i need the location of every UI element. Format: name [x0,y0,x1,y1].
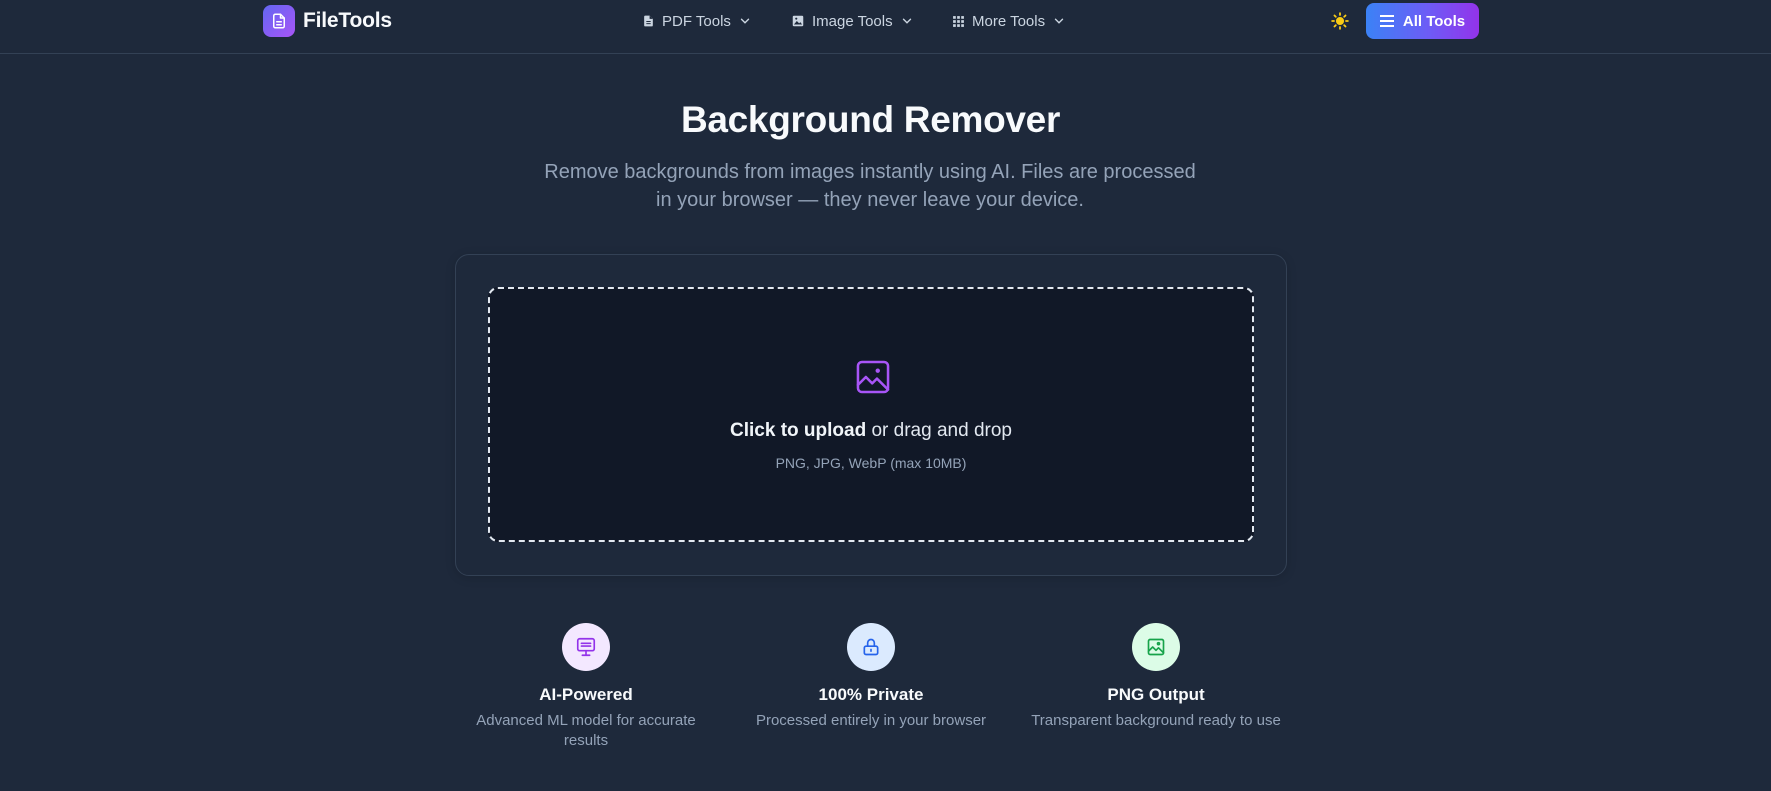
click-to-upload-link[interactable]: Click to upload [730,420,866,441]
nav-more-tools[interactable]: More Tools [952,10,1066,32]
theme-toggle-button[interactable] [1328,9,1352,33]
feature-icon-badge [562,623,610,671]
nav-label: PDF Tools [662,12,731,30]
feature-ai-powered: AI-Powered Advanced ML model for accurat… [456,623,716,751]
chevron-down-icon [740,18,750,24]
sun-icon [1331,12,1349,30]
page-subtitle: Remove backgrounds from images instantly… [544,161,1196,211]
menu-icon [1379,15,1394,27]
feature-description: Advanced ML model for accurate results [476,712,696,749]
feature-title: 100% Private [818,685,924,704]
all-tools-label: All Tools [1402,12,1466,30]
image-icon [1147,638,1165,656]
image-upload-icon [856,360,890,394]
monitor-icon [576,637,596,657]
brand-link[interactable]: FileTools [263,5,392,37]
lock-icon [863,638,879,656]
upload-instructions: Click to upload or drag and drop [490,420,1252,442]
nav-image-tools[interactable]: Image Tools [791,10,914,32]
top-navbar: FileTools PDF Tools Image Tools More Too… [0,0,1771,54]
feature-png-output: PNG Output Transparent background ready … [1026,623,1286,731]
feature-icon-badge [1132,623,1180,671]
brand-name: FileTools [303,9,392,32]
feature-description: Transparent background ready to use [1031,712,1281,729]
nav-label: More Tools [972,12,1046,30]
upload-card: Click to upload or drag and drop PNG, JP… [455,254,1287,576]
file-types-hint: PNG, JPG, WebP (max 10MB) [775,455,967,471]
feature-title: PNG Output [1107,685,1205,704]
all-tools-button[interactable]: All Tools [1366,3,1479,39]
image-icon [792,15,804,27]
page-title: Background Remover [680,99,1061,140]
grid-icon [953,15,964,27]
feature-description: Processed entirely in your browser [755,712,987,729]
feature-title: AI-Powered [539,685,633,704]
file-icon [644,15,653,27]
upload-dropzone[interactable]: Click to upload or drag and drop PNG, JP… [488,287,1254,542]
chevron-down-icon [902,18,911,24]
feature-private: 100% Private Processed entirely in your … [741,623,1001,731]
drag-drop-text: or drag and drop [866,420,1012,441]
chevron-down-icon [1054,18,1064,24]
nav-pdf-tools[interactable]: PDF Tools [642,10,752,32]
file-logo-icon [263,5,295,37]
feature-icon-badge [847,623,895,671]
nav-label: Image Tools [812,12,893,30]
